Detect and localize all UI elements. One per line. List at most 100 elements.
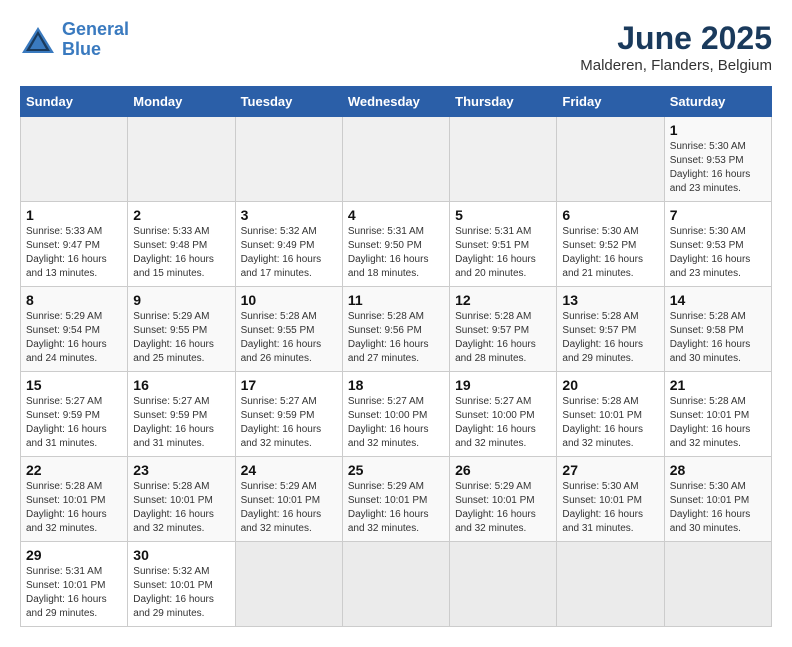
day-info: Sunrise: 5:29 AMSunset: 10:01 PMDaylight… bbox=[241, 480, 337, 536]
day-info: Sunrise: 5:27 AMSunset: 9:59 PMDaylight:… bbox=[26, 395, 122, 451]
title-area: June 2025 Malderen, Flanders, Belgium bbox=[580, 20, 772, 74]
day-info: Sunrise: 5:27 AMSunset: 9:59 PMDaylight:… bbox=[133, 395, 229, 451]
calendar-week-row: 15Sunrise: 5:27 AMSunset: 9:59 PMDayligh… bbox=[21, 372, 772, 457]
day-number: 1 bbox=[26, 207, 122, 223]
day-info: Sunrise: 5:31 AMSunset: 10:01 PMDaylight… bbox=[26, 565, 122, 621]
day-info: Sunrise: 5:27 AMSunset: 9:59 PMDaylight:… bbox=[241, 395, 337, 451]
calendar-cell: 13 Sunrise: 5:28 AMSunset: 9:57 PMDayligh… bbox=[557, 287, 664, 372]
calendar-cell: 4Sunrise: 5:31 AMSunset: 9:50 PMDaylight… bbox=[342, 202, 449, 287]
calendar-cell: 24 Sunrise: 5:29 AMSunset: 10:01 PMDaylig… bbox=[235, 457, 342, 542]
day-info: Sunrise: 5:28 AMSunset: 10:01 PMDaylight… bbox=[562, 395, 658, 451]
calendar-cell: 5Sunrise: 5:31 AMSunset: 9:51 PMDaylight… bbox=[450, 202, 557, 287]
calendar-cell: 15Sunrise: 5:27 AMSunset: 9:59 PMDayligh… bbox=[21, 372, 128, 457]
calendar-cell: 30 Sunrise: 5:32 AMSunset: 10:01 PMDaylig… bbox=[128, 542, 235, 627]
calendar-cell bbox=[664, 542, 771, 627]
day-info: Sunrise: 5:30 AMSunset: 9:53 PMDaylight:… bbox=[670, 225, 766, 281]
day-number: 6 bbox=[562, 207, 658, 223]
calendar-cell: 25Sunrise: 5:29 AMSunset: 10:01 PMDaylig… bbox=[342, 457, 449, 542]
calendar-cell: 19Sunrise: 5:27 AMSunset: 10:00 PMDaylig… bbox=[450, 372, 557, 457]
calendar-cell: 11Sunrise: 5:28 AMSunset: 9:56 PMDayligh… bbox=[342, 287, 449, 372]
col-header-monday: Monday bbox=[128, 87, 235, 117]
day-info: Sunrise: 5:29 AMSunset: 9:55 PMDaylight:… bbox=[133, 310, 229, 366]
calendar-cell: 20 Sunrise: 5:28 AMSunset: 10:01 PMDaylig… bbox=[557, 372, 664, 457]
calendar-week-row: 1Sunrise: 5:33 AMSunset: 9:47 PMDaylight… bbox=[21, 202, 772, 287]
day-info: Sunrise: 5:29 AMSunset: 9:54 PMDaylight:… bbox=[26, 310, 122, 366]
day-info: Sunrise: 5:31 AMSunset: 9:51 PMDaylight:… bbox=[455, 225, 551, 281]
calendar-cell: 8 Sunrise: 5:29 AMSunset: 9:54 PMDaylight… bbox=[21, 287, 128, 372]
calendar-cell: 28 Sunrise: 5:30 AMSunset: 10:01 PMDaylig… bbox=[664, 457, 771, 542]
day-number: 22 bbox=[26, 462, 122, 478]
col-header-sunday: Sunday bbox=[21, 87, 128, 117]
calendar-cell: 17 Sunrise: 5:27 AMSunset: 9:59 PMDayligh… bbox=[235, 372, 342, 457]
day-info: Sunrise: 5:30 AMSunset: 9:52 PMDaylight:… bbox=[562, 225, 658, 281]
calendar-cell: 1Sunrise: 5:33 AMSunset: 9:47 PMDaylight… bbox=[21, 202, 128, 287]
day-info: Sunrise: 5:33 AMSunset: 9:48 PMDaylight:… bbox=[133, 225, 229, 281]
day-info: Sunrise: 5:28 AMSunset: 10:01 PMDaylight… bbox=[670, 395, 766, 451]
main-title: June 2025 bbox=[580, 20, 772, 57]
day-number: 26 bbox=[455, 462, 551, 478]
logo-text: General Blue bbox=[62, 20, 129, 60]
day-info: Sunrise: 5:29 AMSunset: 10:01 PMDaylight… bbox=[348, 480, 444, 536]
day-info: Sunrise: 5:30 AMSunset: 10:01 PMDaylight… bbox=[670, 480, 766, 536]
day-info: Sunrise: 5:30 AMSunset: 9:53 PMDaylight:… bbox=[670, 140, 766, 196]
header: General Blue June 2025 Malderen, Flander… bbox=[20, 20, 772, 74]
calendar-cell: 14Sunrise: 5:28 AMSunset: 9:58 PMDayligh… bbox=[664, 287, 771, 372]
calendar-cell bbox=[557, 117, 664, 202]
day-number: 19 bbox=[455, 377, 551, 393]
calendar-cell: 16Sunrise: 5:27 AMSunset: 9:59 PMDayligh… bbox=[128, 372, 235, 457]
calendar-cell: 9 Sunrise: 5:29 AMSunset: 9:55 PMDaylight… bbox=[128, 287, 235, 372]
day-info: Sunrise: 5:28 AMSunset: 10:01 PMDaylight… bbox=[26, 480, 122, 536]
col-header-saturday: Saturday bbox=[664, 87, 771, 117]
calendar-cell bbox=[342, 117, 449, 202]
col-header-friday: Friday bbox=[557, 87, 664, 117]
day-number: 10 bbox=[241, 292, 337, 308]
calendar-cell: 7 Sunrise: 5:30 AMSunset: 9:53 PMDaylight… bbox=[664, 202, 771, 287]
calendar-cell bbox=[557, 542, 664, 627]
calendar-week-row: 22 Sunrise: 5:28 AMSunset: 10:01 PMDaylig… bbox=[21, 457, 772, 542]
calendar-header-row: SundayMondayTuesdayWednesdayThursdayFrid… bbox=[21, 87, 772, 117]
day-info: Sunrise: 5:31 AMSunset: 9:50 PMDaylight:… bbox=[348, 225, 444, 281]
day-number: 21 bbox=[670, 377, 766, 393]
calendar-week-row: 8 Sunrise: 5:29 AMSunset: 9:54 PMDaylight… bbox=[21, 287, 772, 372]
calendar-cell: 23Sunrise: 5:28 AMSunset: 10:01 PMDaylig… bbox=[128, 457, 235, 542]
calendar-cell: 12Sunrise: 5:28 AMSunset: 9:57 PMDayligh… bbox=[450, 287, 557, 372]
day-number: 9 bbox=[133, 292, 229, 308]
calendar-cell: 18Sunrise: 5:27 AMSunset: 10:00 PMDaylig… bbox=[342, 372, 449, 457]
col-header-wednesday: Wednesday bbox=[342, 87, 449, 117]
day-info: Sunrise: 5:28 AMSunset: 9:57 PMDaylight:… bbox=[455, 310, 551, 366]
calendar-cell: 27Sunrise: 5:30 AMSunset: 10:01 PMDaylig… bbox=[557, 457, 664, 542]
calendar-week-row: 29 Sunrise: 5:31 AMSunset: 10:01 PMDaylig… bbox=[21, 542, 772, 627]
day-number: 28 bbox=[670, 462, 766, 478]
calendar-table: SundayMondayTuesdayWednesdayThursdayFrid… bbox=[20, 86, 772, 627]
logo-icon bbox=[20, 25, 56, 55]
calendar-cell bbox=[342, 542, 449, 627]
calendar-cell: 1 Sunrise: 5:30 AMSunset: 9:53 PMDaylight… bbox=[664, 117, 771, 202]
day-info: Sunrise: 5:28 AMSunset: 10:01 PMDaylight… bbox=[133, 480, 229, 536]
logo: General Blue bbox=[20, 20, 129, 60]
col-header-thursday: Thursday bbox=[450, 87, 557, 117]
calendar-cell: 6 Sunrise: 5:30 AMSunset: 9:52 PMDaylight… bbox=[557, 202, 664, 287]
day-number: 17 bbox=[241, 377, 337, 393]
calendar-cell: 10Sunrise: 5:28 AMSunset: 9:55 PMDayligh… bbox=[235, 287, 342, 372]
calendar-cell: 29 Sunrise: 5:31 AMSunset: 10:01 PMDaylig… bbox=[21, 542, 128, 627]
calendar-cell bbox=[235, 117, 342, 202]
subtitle: Malderen, Flanders, Belgium bbox=[580, 57, 772, 74]
day-info: Sunrise: 5:32 AMSunset: 10:01 PMDaylight… bbox=[133, 565, 229, 621]
day-number: 24 bbox=[241, 462, 337, 478]
day-number: 20 bbox=[562, 377, 658, 393]
day-number: 7 bbox=[670, 207, 766, 223]
day-number: 8 bbox=[26, 292, 122, 308]
calendar-cell bbox=[235, 542, 342, 627]
day-number: 3 bbox=[241, 207, 337, 223]
day-info: Sunrise: 5:28 AMSunset: 9:57 PMDaylight:… bbox=[562, 310, 658, 366]
calendar-cell: 3Sunrise: 5:32 AMSunset: 9:49 PMDaylight… bbox=[235, 202, 342, 287]
day-number: 1 bbox=[670, 122, 766, 138]
day-info: Sunrise: 5:28 AMSunset: 9:56 PMDaylight:… bbox=[348, 310, 444, 366]
calendar-cell bbox=[21, 117, 128, 202]
calendar-cell: 2Sunrise: 5:33 AMSunset: 9:48 PMDaylight… bbox=[128, 202, 235, 287]
day-number: 29 bbox=[26, 547, 122, 563]
day-number: 30 bbox=[133, 547, 229, 563]
col-header-tuesday: Tuesday bbox=[235, 87, 342, 117]
day-number: 14 bbox=[670, 292, 766, 308]
day-number: 13 bbox=[562, 292, 658, 308]
